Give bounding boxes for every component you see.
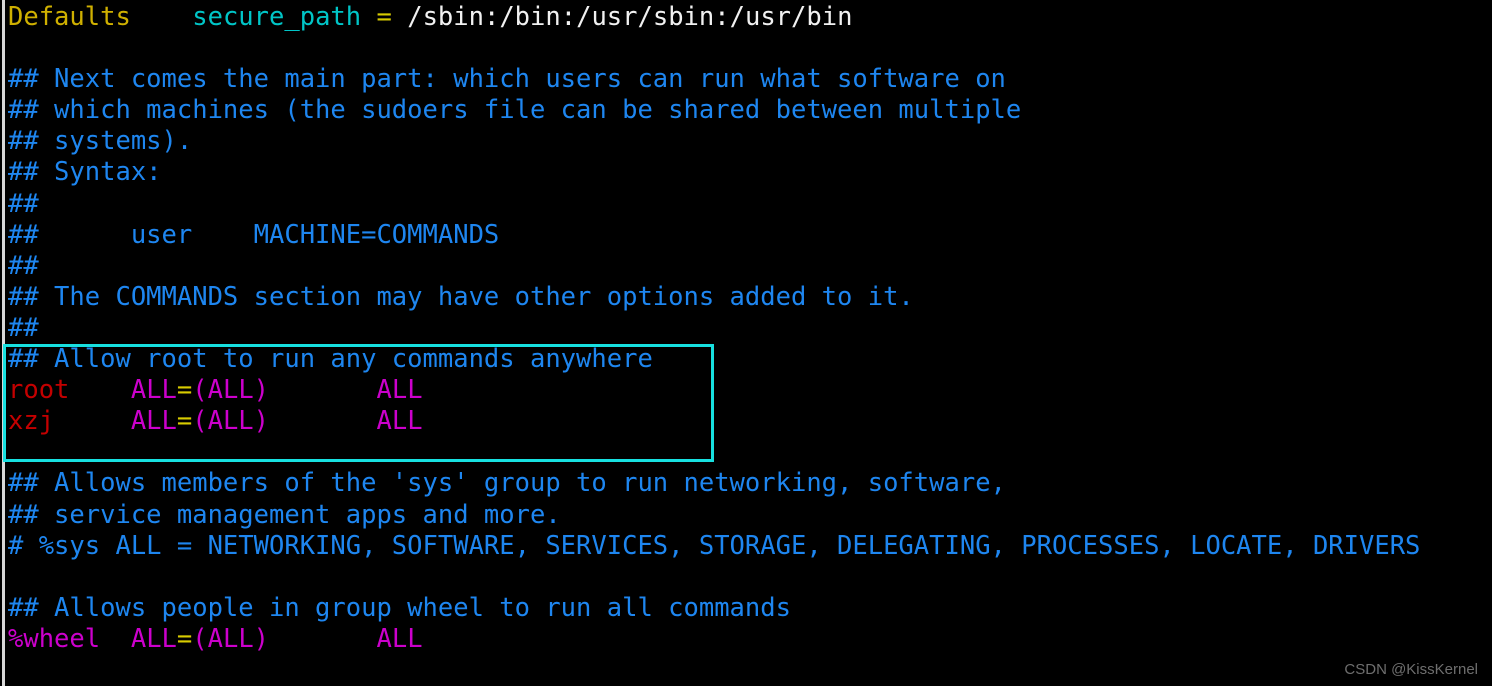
- sudoers-file-content[interactable]: Defaults secure_path = /sbin:/bin:/usr/s…: [0, 0, 1420, 655]
- code-line: ## Allows people in group wheel to run a…: [8, 593, 1420, 624]
- code-token: ## Next comes the main part: which users…: [8, 64, 1006, 95]
- code-token: ## Allow root to run any commands anywhe…: [8, 344, 653, 375]
- code-token: ALL: [376, 375, 423, 406]
- code-token: xzj: [8, 406, 55, 437]
- watermark-label: CSDN @KissKernel: [1344, 661, 1478, 678]
- code-token: ##: [8, 250, 39, 281]
- code-token: ALL: [130, 375, 177, 406]
- code-line: ## service management apps and more.: [8, 500, 1420, 531]
- code-token: =: [176, 406, 193, 437]
- code-line: ## which machines (the sudoers file can …: [8, 95, 1420, 126]
- code-line: ## Syntax:: [8, 157, 1420, 188]
- code-token: secure_path: [192, 2, 362, 32]
- terminal-window[interactable]: Defaults secure_path = /sbin:/bin:/usr/s…: [0, 0, 1492, 686]
- code-line: ##: [8, 189, 1420, 220]
- code-token: ## The COMMANDS section may have other o…: [8, 281, 914, 312]
- code-line: root ALL=(ALL) ALL: [8, 375, 1420, 406]
- code-line: ## systems).: [8, 126, 1420, 157]
- code-token: ## Allows people in group wheel to run a…: [8, 592, 791, 623]
- code-token: ALL: [130, 406, 177, 437]
- code-line: ## The COMMANDS section may have other o…: [8, 282, 1420, 313]
- code-token: ALL: [376, 406, 423, 437]
- code-line: ## user MACHINE=COMMANDS: [8, 220, 1420, 251]
- code-token: ## which machines (the sudoers file can …: [8, 95, 1022, 126]
- code-token: %wheel: [8, 623, 101, 654]
- code-token: =: [376, 2, 392, 32]
- code-line: %wheel ALL=(ALL) ALL: [8, 624, 1420, 655]
- code-token: =: [176, 623, 193, 654]
- code-token: Defaults: [8, 2, 131, 32]
- code-token: (ALL): [192, 375, 270, 406]
- code-line: ## Allow root to run any commands anywhe…: [8, 344, 1420, 375]
- code-line: ##: [8, 251, 1420, 282]
- code-token: /sbin:/bin:/usr/sbin:/usr/bin: [407, 2, 853, 32]
- code-token: root: [8, 375, 70, 406]
- code-token: (ALL): [192, 406, 270, 437]
- code-line: ## Next comes the main part: which users…: [8, 64, 1420, 95]
- code-token: ALL: [130, 623, 177, 654]
- code-line: xzj ALL=(ALL) ALL: [8, 406, 1420, 437]
- code-token: ##: [8, 312, 39, 343]
- code-line: # %sys ALL = NETWORKING, SOFTWARE, SERVI…: [8, 531, 1420, 562]
- code-token: ## Allows members of the 'sys' group to …: [8, 468, 1006, 499]
- code-token: ALL: [376, 623, 423, 654]
- code-line: ## Allows members of the 'sys' group to …: [8, 468, 1420, 499]
- code-token: =: [176, 375, 193, 406]
- code-token: ## service management apps and more.: [8, 499, 561, 530]
- code-token: ## systems).: [8, 126, 193, 157]
- code-token: # %sys ALL = NETWORKING, SOFTWARE, SERVI…: [8, 530, 1421, 561]
- code-token: ## Syntax:: [8, 157, 162, 188]
- code-token: (ALL): [192, 623, 270, 654]
- code-line: Defaults secure_path = /sbin:/bin:/usr/s…: [8, 2, 1420, 33]
- code-token: ##: [8, 188, 39, 219]
- code-line: ##: [8, 313, 1420, 344]
- code-token: ## user MACHINE=COMMANDS: [8, 219, 500, 250]
